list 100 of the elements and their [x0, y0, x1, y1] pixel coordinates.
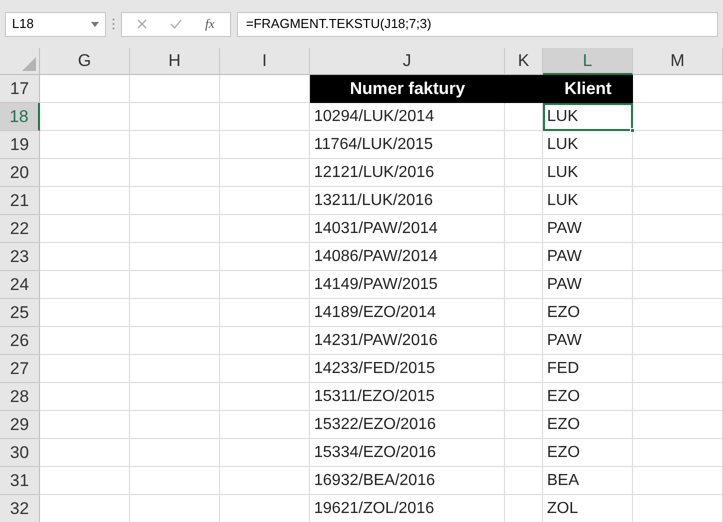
empty-cell[interactable]: [130, 215, 220, 243]
table-cell[interactable]: 16932/BEA/2016: [310, 467, 505, 495]
empty-cell[interactable]: [220, 103, 310, 131]
empty-cell[interactable]: [220, 327, 310, 355]
row-header[interactable]: 19: [0, 131, 40, 159]
insert-function-button[interactable]: fx: [205, 14, 215, 34]
column-header[interactable]: G: [40, 48, 130, 75]
table-cell[interactable]: 15322/EZO/2016: [310, 411, 505, 439]
row-header[interactable]: 23: [0, 243, 40, 271]
empty-cell[interactable]: [130, 159, 220, 187]
row-header[interactable]: 32: [0, 495, 40, 522]
empty-cell[interactable]: [130, 75, 220, 103]
empty-cell[interactable]: [220, 299, 310, 327]
empty-cell[interactable]: [633, 383, 723, 411]
table-cell[interactable]: EZO: [543, 439, 633, 467]
select-all-corner[interactable]: [0, 48, 40, 75]
row-header[interactable]: 20: [0, 159, 40, 187]
empty-cell[interactable]: [130, 243, 220, 271]
row-header[interactable]: 29: [0, 411, 40, 439]
empty-cell[interactable]: [130, 383, 220, 411]
table-cell[interactable]: 14231/PAW/2016: [310, 327, 505, 355]
empty-cell[interactable]: [505, 159, 543, 187]
empty-cell[interactable]: [130, 103, 220, 131]
cancel-icon[interactable]: [137, 19, 148, 29]
empty-cell[interactable]: [633, 103, 723, 131]
table-cell[interactable]: 14086/PAW/2014: [310, 243, 505, 271]
empty-cell[interactable]: [130, 187, 220, 215]
row-header[interactable]: 22: [0, 215, 40, 243]
empty-cell[interactable]: [633, 159, 723, 187]
empty-cell[interactable]: [130, 439, 220, 467]
table-cell[interactable]: 19621/ZOL/2016: [310, 495, 505, 522]
empty-cell[interactable]: [633, 215, 723, 243]
empty-cell[interactable]: [505, 271, 543, 299]
empty-cell[interactable]: [633, 411, 723, 439]
empty-cell[interactable]: [505, 327, 543, 355]
table-cell[interactable]: PAW: [543, 215, 633, 243]
row-header[interactable]: 30: [0, 439, 40, 467]
table-cell[interactable]: 14233/FED/2015: [310, 355, 505, 383]
empty-cell[interactable]: [505, 243, 543, 271]
empty-cell[interactable]: [505, 215, 543, 243]
table-cell[interactable]: EZO: [543, 383, 633, 411]
table-cell[interactable]: LUK: [543, 187, 633, 215]
column-header[interactable]: L: [543, 48, 633, 75]
empty-cell[interactable]: [633, 355, 723, 383]
empty-cell[interactable]: [220, 243, 310, 271]
empty-cell[interactable]: [633, 439, 723, 467]
empty-cell[interactable]: [220, 271, 310, 299]
table-cell[interactable]: PAW: [543, 327, 633, 355]
row-header[interactable]: 28: [0, 383, 40, 411]
empty-cell[interactable]: [505, 411, 543, 439]
empty-cell[interactable]: [220, 355, 310, 383]
empty-cell[interactable]: [220, 467, 310, 495]
empty-cell[interactable]: [130, 467, 220, 495]
table-cell[interactable]: 14149/PAW/2015: [310, 271, 505, 299]
row-header[interactable]: 31: [0, 467, 40, 495]
column-header[interactable]: K: [505, 48, 543, 75]
empty-cell[interactable]: [220, 215, 310, 243]
empty-cell[interactable]: [220, 383, 310, 411]
empty-cell[interactable]: [130, 355, 220, 383]
name-box[interactable]: L18: [5, 12, 106, 36]
table-cell[interactable]: 14031/PAW/2014: [310, 215, 505, 243]
empty-cell[interactable]: [505, 383, 543, 411]
empty-cell[interactable]: [130, 299, 220, 327]
formula-input[interactable]: =FRAGMENT.TEKSTU(J18;7;3): [237, 12, 718, 36]
empty-cell[interactable]: [220, 131, 310, 159]
column-header[interactable]: J: [310, 48, 505, 75]
table-cell[interactable]: LUK: [543, 131, 633, 159]
empty-cell[interactable]: [505, 467, 543, 495]
fill-handle[interactable]: [630, 128, 635, 133]
column-header[interactable]: H: [130, 48, 220, 75]
row-header[interactable]: 26: [0, 327, 40, 355]
table-cell[interactable]: LUK: [543, 159, 633, 187]
table-cell[interactable]: ZOL: [543, 495, 633, 522]
empty-cell[interactable]: [505, 187, 543, 215]
empty-cell[interactable]: [220, 439, 310, 467]
table-cell[interactable]: 15311/EZO/2015: [310, 383, 505, 411]
table-cell[interactable]: PAW: [543, 271, 633, 299]
row-header[interactable]: 17: [0, 75, 40, 103]
empty-cell[interactable]: [505, 299, 543, 327]
empty-cell[interactable]: [220, 159, 310, 187]
empty-cell[interactable]: [130, 131, 220, 159]
empty-cell[interactable]: [505, 355, 543, 383]
row-header[interactable]: 25: [0, 299, 40, 327]
table-cell[interactable]: 10294/LUK/2014: [310, 103, 505, 131]
table-cell[interactable]: FED: [543, 355, 633, 383]
table-cell[interactable]: BEA: [543, 467, 633, 495]
row-header[interactable]: 18: [0, 103, 40, 131]
row-header[interactable]: 24: [0, 271, 40, 299]
empty-cell[interactable]: [130, 327, 220, 355]
empty-cell[interactable]: [633, 467, 723, 495]
table-cell[interactable]: EZO: [543, 411, 633, 439]
empty-cell[interactable]: [220, 411, 310, 439]
table-cell[interactable]: EZO: [543, 299, 633, 327]
table-cell[interactable]: 12121/LUK/2016: [310, 159, 505, 187]
empty-cell[interactable]: [633, 243, 723, 271]
checkmark-icon[interactable]: [170, 19, 182, 29]
table-cell[interactable]: 13211/LUK/2016: [310, 187, 505, 215]
empty-cell[interactable]: [633, 187, 723, 215]
empty-cell[interactable]: [220, 187, 310, 215]
empty-cell[interactable]: [633, 271, 723, 299]
